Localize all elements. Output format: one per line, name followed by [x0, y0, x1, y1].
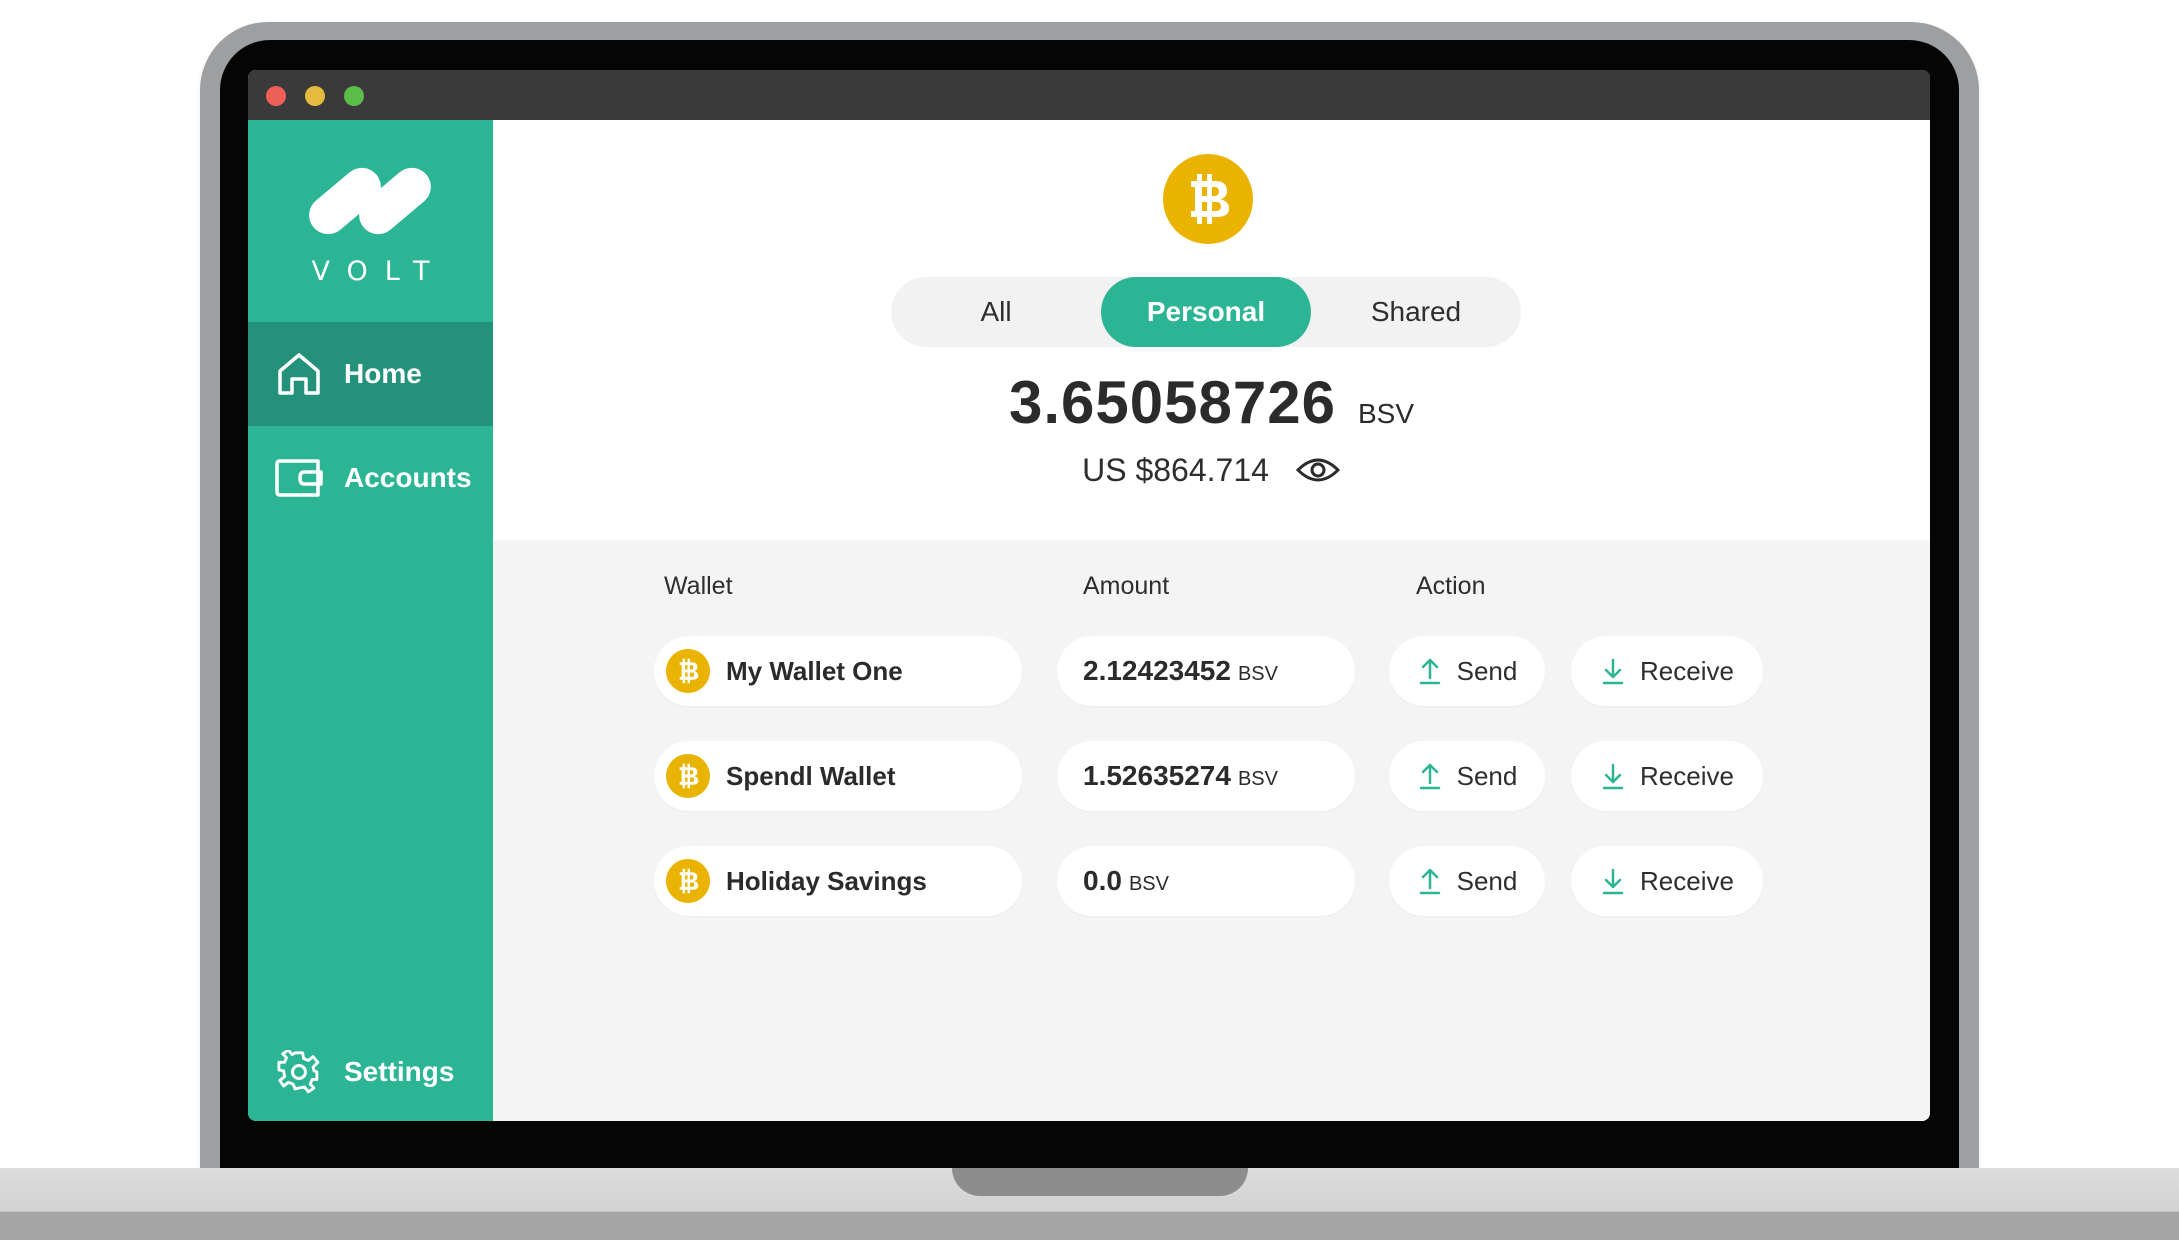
sidebar-item-label: Settings [344, 1056, 455, 1087]
fiat-balance: US $864.714 [493, 448, 1930, 492]
title-bar [248, 70, 1930, 120]
logo-text: VOLT [311, 256, 447, 287]
bitcoin-icon [666, 859, 710, 903]
wallet-amount: 0.0 [1083, 865, 1122, 896]
balance-header: All Personal Shared 3.65058726 BSV US $8… [493, 120, 1930, 540]
sidebar-item-label: Accounts [344, 462, 472, 493]
wallet-amount-unit: BSV [1237, 767, 1278, 790]
close-window-button[interactable] [266, 86, 286, 106]
sidebar-item-accounts[interactable]: Accounts [248, 426, 493, 530]
total-balance: 3.65058726 BSV [493, 368, 1930, 438]
receive-button[interactable]: Receive [1571, 741, 1763, 811]
download-arrow-icon [1600, 656, 1626, 686]
home-icon [274, 349, 324, 399]
wallet-icon [274, 453, 324, 503]
upload-arrow-icon [1417, 761, 1443, 791]
wallet-amount: 2.12423452 [1083, 655, 1231, 686]
send-label: Send [1456, 655, 1518, 686]
column-header-wallet: Wallet [664, 572, 733, 600]
wallet-list-area [493, 540, 1930, 1121]
upload-arrow-icon [1417, 656, 1443, 686]
logo: VOLT [248, 160, 493, 290]
wallet-name-pill[interactable]: My Wallet One [654, 636, 1022, 706]
balance-amount: 3.65058726 [1008, 369, 1336, 436]
wallet-amount-pill: 2.12423452 BSV [1057, 636, 1355, 706]
wallet-amount-pill: 1.52635274 BSV [1057, 741, 1355, 811]
send-label: Send [1456, 760, 1518, 791]
column-header-action: Action [1416, 572, 1486, 600]
upload-arrow-icon [1417, 866, 1443, 896]
eye-icon[interactable] [1295, 455, 1341, 485]
wallet-name: Spendl Wallet [726, 760, 896, 791]
download-arrow-icon [1600, 866, 1626, 896]
maximize-window-button[interactable] [344, 86, 364, 106]
tab-personal[interactable]: Personal [1101, 277, 1311, 347]
volt-logo-icon [309, 167, 431, 235]
download-arrow-icon [1600, 761, 1626, 791]
send-button[interactable]: Send [1389, 636, 1545, 706]
wallet-name-pill[interactable]: Holiday Savings [654, 846, 1022, 916]
bitcoin-icon [666, 649, 710, 693]
send-label: Send [1456, 865, 1518, 896]
sidebar: VOLT Home Accounts Settings [248, 120, 493, 1121]
wallet-amount-unit: BSV [1237, 662, 1278, 685]
laptop-notch [952, 1168, 1248, 1196]
wallet-name: My Wallet One [726, 655, 903, 686]
balance-unit: BSV [1357, 398, 1415, 429]
bitcoin-icon [1163, 154, 1253, 244]
receive-label: Receive [1640, 865, 1734, 896]
wallet-amount-pill: 0.0 BSV [1057, 846, 1355, 916]
send-button[interactable]: Send [1389, 741, 1545, 811]
wallet-amount-unit: BSV [1128, 872, 1169, 895]
wallet-type-tabs: All Personal Shared [891, 277, 1521, 347]
receive-label: Receive [1640, 655, 1734, 686]
receive-button[interactable]: Receive [1571, 846, 1763, 916]
receive-button[interactable]: Receive [1571, 636, 1763, 706]
gear-icon [274, 1047, 324, 1097]
wallet-name-pill[interactable]: Spendl Wallet [654, 741, 1022, 811]
sidebar-item-settings[interactable]: Settings [248, 1020, 493, 1121]
receive-label: Receive [1640, 760, 1734, 791]
send-button[interactable]: Send [1389, 846, 1545, 916]
sidebar-item-label: Home [344, 358, 422, 389]
wallet-name: Holiday Savings [726, 865, 927, 896]
bitcoin-icon [666, 754, 710, 798]
column-header-amount: Amount [1083, 572, 1170, 600]
fiat-value: US $864.714 [1082, 451, 1269, 488]
tab-shared[interactable]: Shared [1311, 277, 1521, 347]
minimize-window-button[interactable] [305, 86, 325, 106]
tab-all[interactable]: All [891, 277, 1101, 347]
wallet-amount: 1.52635274 [1083, 760, 1231, 791]
sidebar-item-home[interactable]: Home [248, 322, 493, 426]
